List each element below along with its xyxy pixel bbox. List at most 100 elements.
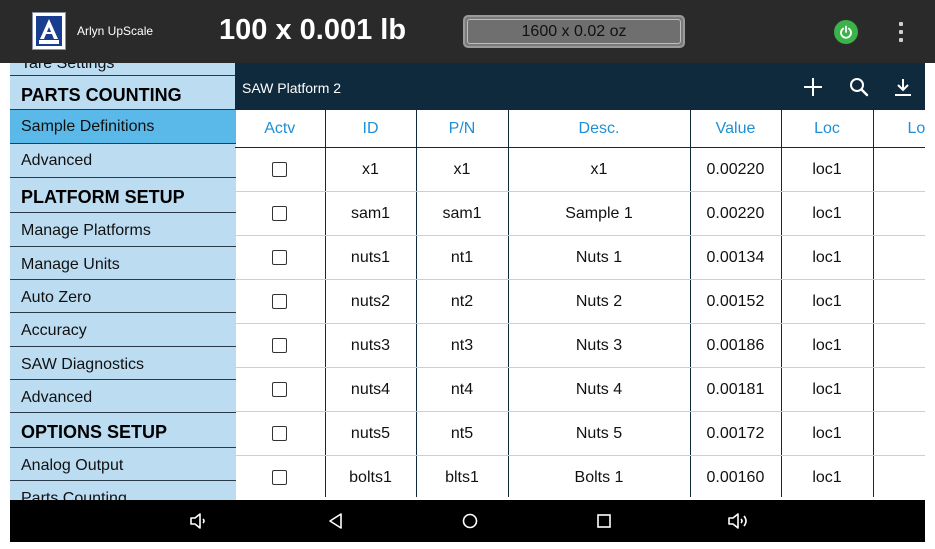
cell-loc: loc1: [781, 191, 874, 236]
cell-id: nuts1: [325, 235, 417, 280]
cell-desc: Sample 1: [508, 191, 691, 236]
sidebar-item-tare-settings[interactable]: Tare Settings: [10, 63, 236, 76]
sidebar-header-parts-counting: PARTS COUNTING: [10, 76, 236, 110]
cell-lo: [873, 191, 925, 236]
active-checkbox[interactable]: [272, 293, 288, 309]
column-header-id[interactable]: ID: [325, 110, 417, 148]
cell-desc: Nuts 5: [508, 411, 691, 456]
cell-id: bolts1: [325, 455, 417, 497]
sidebar-item-parts-counting[interactable]: Parts Counting: [10, 481, 236, 500]
cell-desc: Nuts 1: [508, 235, 691, 280]
cell-value: 0.00181: [690, 367, 782, 412]
sidebar-item-advanced[interactable]: Advanced: [10, 144, 236, 178]
cell-value: 0.00172: [690, 411, 782, 456]
sidebar-item-advanced-platform[interactable]: Advanced: [10, 380, 236, 413]
cell-loc: loc1: [781, 235, 874, 280]
settings-sidebar[interactable]: Tare Settings PARTS COUNTING Sample Defi…: [10, 63, 236, 500]
search-icon[interactable]: [847, 75, 871, 99]
cell-id: x1: [325, 147, 417, 192]
cell-lo: [873, 235, 925, 280]
back-icon[interactable]: [325, 510, 347, 532]
cell-pn: nt1: [416, 235, 509, 280]
cell-pn: nt5: [416, 411, 509, 456]
cell-value: 0.00152: [690, 279, 782, 324]
cell-id: nuts2: [325, 279, 417, 324]
sidebar-item-saw-diagnostics[interactable]: SAW Diagnostics: [10, 347, 236, 380]
table-row[interactable]: bolts1 blts1 Bolts 1 0.00160 loc1: [235, 455, 925, 497]
cell-value: 0.00220: [690, 147, 782, 192]
table-row[interactable]: nuts1 nt1 Nuts 1 0.00134 loc1: [235, 235, 925, 280]
top-bar: Arlyn UpScale 100 x 0.001 lb 1600 x 0.02…: [0, 0, 935, 63]
cell-lo: [873, 367, 925, 412]
cell-pn: nt3: [416, 323, 509, 368]
secondary-weight-display: 1600 x 0.02 oz: [521, 23, 627, 40]
cell-desc: Nuts 3: [508, 323, 691, 368]
column-header-value[interactable]: Value: [690, 110, 782, 148]
table-row[interactable]: nuts2 nt2 Nuts 2 0.00152 loc1: [235, 279, 925, 324]
cell-desc: Nuts 4: [508, 367, 691, 412]
cell-lo: [873, 455, 925, 497]
cell-loc: loc1: [781, 279, 874, 324]
add-icon[interactable]: [801, 75, 825, 99]
cell-pn: nt2: [416, 279, 509, 324]
sidebar-item-auto-zero[interactable]: Auto Zero: [10, 280, 236, 313]
system-nav-bar: [10, 500, 925, 542]
cell-pn: sam1: [416, 191, 509, 236]
cell-id: nuts5: [325, 411, 417, 456]
volume-down-icon[interactable]: [188, 510, 210, 532]
cell-pn: nt4: [416, 367, 509, 412]
cell-desc: x1: [508, 147, 691, 192]
sample-definitions-table[interactable]: Actv ID P/N Desc. Value Loc Lo x1 x1 x1 …: [235, 110, 925, 497]
active-checkbox[interactable]: [272, 337, 288, 353]
column-header-desc[interactable]: Desc.: [508, 110, 691, 148]
cell-desc: Bolts 1: [508, 455, 691, 497]
table-row[interactable]: nuts4 nt4 Nuts 4 0.00181 loc1: [235, 367, 925, 412]
active-checkbox[interactable]: [272, 249, 288, 265]
table-header-row: Actv ID P/N Desc. Value Loc Lo: [235, 110, 925, 148]
cell-id: nuts4: [325, 367, 417, 412]
cell-id: nuts3: [325, 323, 417, 368]
active-checkbox[interactable]: [272, 381, 288, 397]
column-header-lo[interactable]: Lo: [873, 110, 925, 148]
platform-title: SAW Platform 2: [242, 80, 342, 96]
download-icon[interactable]: [891, 75, 915, 99]
volume-up-icon[interactable]: [726, 510, 748, 532]
sidebar-item-analog-output[interactable]: Analog Output: [10, 448, 236, 481]
cell-value: 0.00186: [690, 323, 782, 368]
table-row[interactable]: nuts3 nt3 Nuts 3 0.00186 loc1: [235, 323, 925, 368]
sidebar-item-manage-units[interactable]: Manage Units: [10, 247, 236, 280]
cell-value: 0.00220: [690, 191, 782, 236]
cell-desc: Nuts 2: [508, 279, 691, 324]
sidebar-item-sample-definitions[interactable]: Sample Definitions: [10, 110, 236, 144]
active-checkbox[interactable]: [272, 469, 288, 485]
primary-weight-display: 100 x 0.001 lb: [219, 14, 407, 46]
home-icon[interactable]: [459, 510, 481, 532]
more-vert-icon[interactable]: [896, 20, 906, 44]
column-header-actv[interactable]: Actv: [235, 110, 326, 148]
app-logo: [32, 12, 66, 50]
cell-loc: loc1: [781, 367, 874, 412]
cell-id: sam1: [325, 191, 417, 236]
sidebar-item-accuracy[interactable]: Accuracy: [10, 313, 236, 347]
cell-loc: loc1: [781, 411, 874, 456]
cell-loc: loc1: [781, 147, 874, 192]
power-icon[interactable]: [834, 20, 858, 44]
active-checkbox[interactable]: [272, 161, 288, 177]
recents-icon[interactable]: [593, 510, 615, 532]
panel-header: SAW Platform 2: [235, 63, 925, 110]
sidebar-header-options-setup: OPTIONS SETUP: [10, 413, 236, 448]
cell-loc: loc1: [781, 455, 874, 497]
table-row[interactable]: x1 x1 x1 0.00220 loc1: [235, 147, 925, 192]
table-row[interactable]: nuts5 nt5 Nuts 5 0.00172 loc1: [235, 411, 925, 456]
column-header-loc[interactable]: Loc: [781, 110, 874, 148]
active-checkbox[interactable]: [272, 205, 288, 221]
secondary-weight-box[interactable]: 1600 x 0.02 oz: [463, 15, 685, 48]
column-header-pn[interactable]: P/N: [416, 110, 509, 148]
active-checkbox[interactable]: [272, 425, 288, 441]
sidebar-item-manage-platforms[interactable]: Manage Platforms: [10, 213, 236, 247]
cell-lo: [873, 279, 925, 324]
table-row[interactable]: sam1 sam1 Sample 1 0.00220 loc1: [235, 191, 925, 236]
cell-value: 0.00134: [690, 235, 782, 280]
sidebar-header-platform-setup: PLATFORM SETUP: [10, 178, 236, 213]
cell-loc: loc1: [781, 323, 874, 368]
